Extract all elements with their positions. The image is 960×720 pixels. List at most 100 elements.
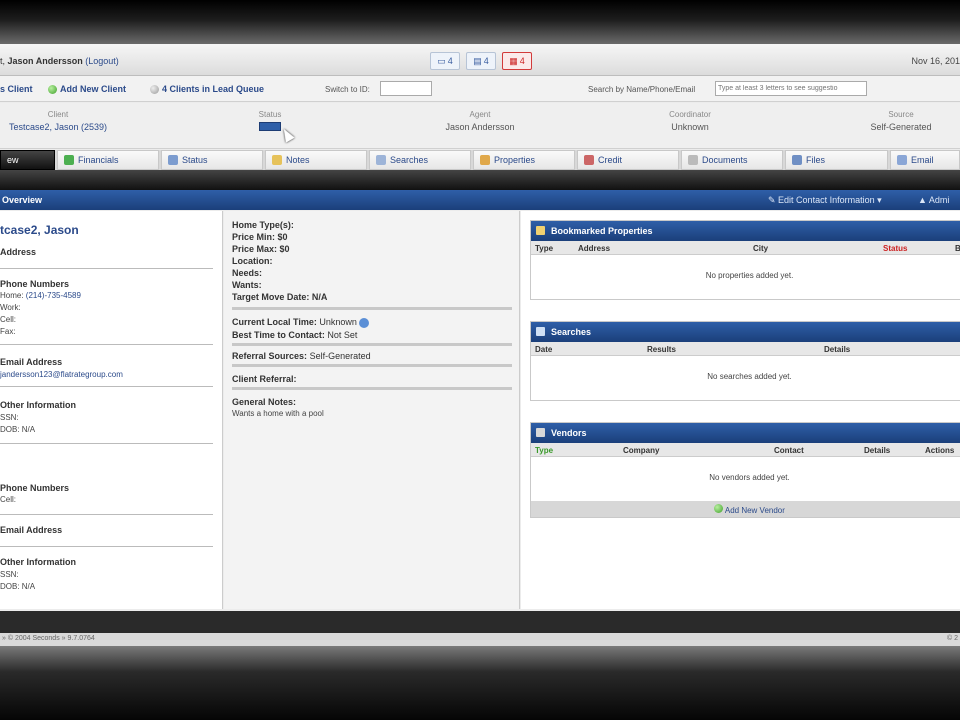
version-text: 9.7.0764 (67, 635, 95, 642)
summary-agent: Agent Jason Andersson (430, 110, 530, 132)
col-actions[interactable]: Actions (925, 446, 954, 455)
referral-label: Referral Sources: (232, 351, 308, 361)
email-title: Email Address (0, 357, 63, 367)
bookmark-icon (536, 226, 545, 235)
switch-to-id-input[interactable] (380, 81, 432, 96)
tab-files[interactable]: Files (785, 150, 888, 170)
col-beds[interactable]: Be (955, 244, 960, 253)
house-icon (480, 155, 490, 165)
tab-credit[interactable]: Credit (577, 150, 679, 170)
logout-link[interactable]: (Logout) (85, 56, 119, 66)
tab-notes[interactable]: Notes (265, 150, 367, 170)
page-footer: » © 2004 Seconds » 9.7.0764 © 2 (0, 633, 960, 646)
add-client-label: s Client (0, 84, 33, 94)
admin-menu[interactable]: ▲ Admi (918, 195, 949, 205)
tab-email-label: Email (911, 155, 934, 165)
tab-email[interactable]: Email (890, 150, 960, 170)
col-vendor-details[interactable]: Details (864, 446, 890, 455)
col-results[interactable]: Results (647, 345, 676, 354)
tab-financials[interactable]: Financials (57, 150, 159, 170)
messages-button[interactable]: ▭ 4 (430, 52, 460, 70)
add-client-link[interactable]: s Client (0, 84, 33, 94)
status-dropdown[interactable] (259, 122, 281, 131)
add-new-vendor-button[interactable]: Add New Vendor (531, 501, 960, 517)
toolbar: s Client Add New Client 4 Clients in Lea… (0, 76, 960, 102)
queue-icon (150, 84, 159, 94)
col-type[interactable]: Type (535, 244, 553, 253)
bookmarked-properties-box: Bookmarked Properties Type Address City … (530, 220, 960, 300)
col-city[interactable]: City (753, 244, 768, 253)
video-frame-bottom (0, 646, 960, 720)
col-details[interactable]: Details (824, 345, 850, 354)
home-types: Home Type(s): (232, 220, 294, 230)
source-value: Self-Generated (870, 122, 932, 132)
client-tabs: ew Financials Status Notes Searches Prop… (0, 150, 960, 170)
phone-numbers-title-2: Phone Numbers (0, 483, 70, 493)
wants: Wants: (232, 280, 262, 290)
alerts-button[interactable]: ▦ 4 (502, 52, 532, 70)
client-link[interactable]: Testcase2, Jason (2539) (9, 122, 107, 132)
search-icon (536, 327, 545, 336)
files-icon (792, 155, 802, 165)
agent-label: Agent (469, 110, 491, 119)
lead-queue-button[interactable]: 4 Clients in Lead Queue (150, 84, 264, 94)
copyright-text: © 2004 Seconds (7, 635, 60, 642)
status-label: Status (258, 110, 282, 119)
client-search-input[interactable] (715, 81, 867, 96)
tasks-count: 4 (483, 56, 489, 66)
col-contact[interactable]: Contact (774, 446, 804, 455)
chat-icon: ▭ (437, 55, 446, 66)
tab-overview[interactable]: ew (0, 150, 55, 170)
tab-status-label: Status (182, 155, 208, 165)
price-min: Price Min: $0 (232, 232, 288, 242)
bookmarked-properties-header: Bookmarked Properties (531, 221, 960, 241)
searches-box: Searches Date Results Details No searche… (530, 321, 960, 401)
magnifier-icon (376, 155, 386, 165)
tab-properties[interactable]: Properties (473, 150, 575, 170)
bookmarked-empty: No properties added yet. (705, 271, 794, 280)
admin-label: Admi (928, 195, 950, 205)
target-move-date: Target Move Date: N/A (232, 292, 328, 302)
lead-queue-label: 4 Clients in Lead Queue (162, 84, 265, 94)
other-info-title: Other Information (0, 400, 76, 410)
footer-right: © 2 (947, 635, 958, 642)
edit-contact-button[interactable]: ✎ Edit Contact Information ▾ (768, 195, 882, 206)
tab-files-label: Files (806, 155, 826, 165)
col-company[interactable]: Company (623, 446, 659, 455)
home-label: Home: (0, 291, 24, 300)
searches-columns: Date Results Details (531, 342, 960, 356)
col-status[interactable]: Status (883, 244, 907, 253)
searches-empty: No searches added yet. (707, 372, 792, 381)
home-phone-link[interactable]: (214)-735-4589 (26, 291, 81, 300)
tab-documents[interactable]: Documents (681, 150, 783, 170)
tab-content-header (0, 170, 960, 190)
checklist-icon: ▤ (473, 55, 482, 66)
col-date[interactable]: Date (535, 345, 552, 354)
divider (0, 344, 213, 345)
tab-searches-label: Searches (390, 155, 429, 165)
email-link[interactable]: jandersson123@flatrategroup.com (0, 370, 123, 379)
add-icon (48, 84, 57, 94)
tab-documents-label: Documents (702, 155, 748, 165)
summary-source: Source Self-Generated (856, 110, 946, 132)
vendor-icon (536, 428, 545, 437)
current-date: Nov 16, 201 (911, 56, 960, 66)
add-new-client-button[interactable]: Add New Client (48, 84, 126, 94)
source-label: Source (888, 110, 914, 119)
best-time-value: Not Set (327, 330, 358, 340)
home-phone: Home: (214)-735-4589 (0, 291, 81, 300)
tab-status[interactable]: Status (161, 150, 263, 170)
col-address[interactable]: Address (578, 244, 610, 253)
divider (0, 386, 213, 387)
col-vendor-type[interactable]: Type (535, 446, 553, 455)
calendar-alert-icon: ▦ (509, 55, 518, 66)
info-icon[interactable] (359, 317, 370, 328)
email-value: jandersson123@flatrategroup.com (0, 370, 123, 379)
overview-header: Overview ✎ Edit Contact Information ▾ ▲ … (0, 190, 960, 210)
app-screen: t, Jason Andersson (Logout) ▭ 4 ▤ 4 ▦ 4 Nov… (0, 44, 960, 646)
envelope-icon (897, 155, 907, 165)
tasks-button[interactable]: ▤ 4 (466, 52, 496, 70)
vendors-box: Vendors Type Company Contact Details Act… (530, 422, 960, 518)
contact-panel: tcase2, Jason Address Phone Numbers Home… (0, 211, 223, 609)
tab-searches[interactable]: Searches (369, 150, 471, 170)
